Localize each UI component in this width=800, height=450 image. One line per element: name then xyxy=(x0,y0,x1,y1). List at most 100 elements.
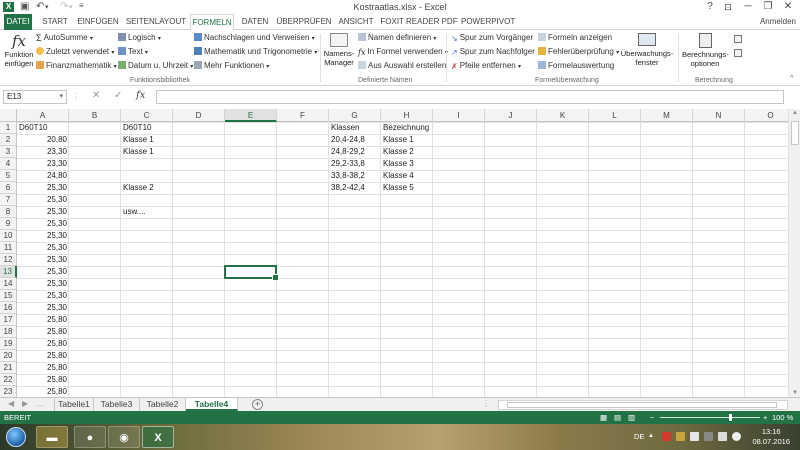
tab-splitter-handle[interactable]: ⋮ xyxy=(482,399,490,408)
next-sheet-icon[interactable]: ▶ xyxy=(22,399,28,408)
name-manager-button[interactable]: Namens- Manager xyxy=(322,33,356,67)
autosum-button[interactable]: Σ AutoSumme ▾ xyxy=(36,33,93,43)
row-header-15[interactable]: 15 xyxy=(0,290,17,302)
row-header-13[interactable]: 13 xyxy=(0,266,17,278)
tab-formeln[interactable]: FORMELN xyxy=(190,14,234,31)
zoom-slider[interactable] xyxy=(660,417,760,418)
monitor-tray-icon[interactable] xyxy=(704,432,713,441)
row-header-20[interactable]: 20 xyxy=(0,350,17,362)
scroll-down-icon[interactable]: ▼ xyxy=(789,390,800,396)
more-sheets-icon[interactable]: … xyxy=(36,399,44,408)
more-functions-button[interactable]: Mehr Funktionen ▾ xyxy=(194,61,269,70)
row-header-2[interactable]: 2 xyxy=(0,134,17,146)
cell-c1[interactable]: D60T10 xyxy=(121,122,173,134)
cell-c6[interactable]: Klasse 2 xyxy=(121,182,173,194)
row-header-6[interactable]: 6 xyxy=(0,182,17,194)
column-header-c[interactable]: C xyxy=(121,109,173,122)
select-all-button[interactable] xyxy=(0,109,17,122)
row-header-14[interactable]: 14 xyxy=(0,278,17,290)
cell-a8[interactable]: 25,30 xyxy=(17,206,69,218)
cell-a12[interactable]: 25,30 xyxy=(17,254,69,266)
cell-g3[interactable]: 24,8-29,2 xyxy=(329,146,381,158)
page-break-view-icon[interactable]: ▥ xyxy=(628,411,635,424)
sheet-tab-tabelle3[interactable]: Tabelle3 xyxy=(94,398,140,411)
row-header-23[interactable]: 23 xyxy=(0,386,17,397)
cell-g5[interactable]: 33,8-38,2 xyxy=(329,170,381,182)
cell-h2[interactable]: Klasse 1 xyxy=(381,134,433,146)
cell-a13[interactable]: 25,30 xyxy=(17,266,69,278)
recently-used-button[interactable]: Zuletzt verwendet ▾ xyxy=(36,47,114,56)
column-header-f[interactable]: F xyxy=(277,109,329,122)
cell-a18[interactable]: 25,80 xyxy=(17,326,69,338)
lookup-button[interactable]: Nachschlagen und Verweisen ▾ xyxy=(194,33,315,42)
enter-icon[interactable]: ✓ xyxy=(114,90,122,101)
column-header-i[interactable]: I xyxy=(433,109,485,122)
tab-powerpivot[interactable]: POWERPIVOT xyxy=(461,14,515,30)
add-sheet-icon[interactable]: + xyxy=(252,399,263,410)
row-header-5[interactable]: 5 xyxy=(0,170,17,182)
language-indicator[interactable]: DE xyxy=(634,432,644,441)
math-trig-button[interactable]: Mathematik und Trigonometrie ▾ xyxy=(194,47,317,56)
column-header-m[interactable]: M xyxy=(641,109,693,122)
cell-h3[interactable]: Klasse 2 xyxy=(381,146,433,158)
sheet-tab-tabelle2[interactable]: Tabelle2 xyxy=(140,398,186,411)
tab-seitenlayout[interactable]: SEITENLAYOUT xyxy=(125,14,187,30)
zoom-out-button[interactable]: − xyxy=(650,411,654,424)
search-app-taskbar-icon[interactable]: ◉ xyxy=(108,426,140,448)
pdf-tray-icon[interactable] xyxy=(662,432,671,441)
calculation-options-button[interactable]: Berechnungs- optionen xyxy=(682,33,729,68)
tab-foxit-reader-pdf[interactable]: FOXIT READER PDF xyxy=(380,14,458,30)
cell-h5[interactable]: Klasse 4 xyxy=(381,170,433,182)
cell-g4[interactable]: 29,2-33,8 xyxy=(329,158,381,170)
cell-a5[interactable]: 24,80 xyxy=(17,170,69,182)
flag-tray-icon[interactable] xyxy=(690,432,699,441)
column-header-k[interactable]: K xyxy=(537,109,589,122)
evaluate-formula-button[interactable]: Formelauswertung xyxy=(538,61,614,70)
row-header-3[interactable]: 3 xyxy=(0,146,17,158)
tab-datei[interactable]: DATEI xyxy=(4,14,32,30)
file-explorer-taskbar-icon[interactable]: ▬ xyxy=(36,426,68,448)
cell-a1[interactable]: D60T10 xyxy=(17,122,69,134)
row-header-19[interactable]: 19 xyxy=(0,338,17,350)
ribbon-display-options-button[interactable]: ⊡ xyxy=(718,0,738,14)
row-header-11[interactable]: 11 xyxy=(0,242,17,254)
column-header-e[interactable]: E xyxy=(225,109,277,122)
clock[interactable]: 13:16 08.07.2016 xyxy=(752,427,790,447)
cell-a2[interactable]: 20,80 xyxy=(17,134,69,146)
remove-arrows-button[interactable]: ✗ Pfeile entfernen ▾ xyxy=(451,61,521,71)
logical-button[interactable]: Logisch ▾ xyxy=(118,33,161,42)
calculate-sheet-button[interactable] xyxy=(734,49,744,58)
cell-c2[interactable]: Klasse 1 xyxy=(121,134,173,146)
column-header-d[interactable]: D xyxy=(173,109,225,122)
cell-a16[interactable]: 25,30 xyxy=(17,302,69,314)
error-checking-button[interactable]: Fehlerüberprüfung ▾ xyxy=(538,47,619,56)
close-button[interactable]: ✕ xyxy=(778,0,798,14)
cell-a20[interactable]: 25,80 xyxy=(17,350,69,362)
sheet-tab-tabelle4[interactable]: Tabelle4 xyxy=(186,398,238,411)
normal-view-icon[interactable]: ▦ xyxy=(600,411,607,424)
row-header-16[interactable]: 16 xyxy=(0,302,17,314)
calculate-now-button[interactable] xyxy=(734,35,744,44)
horizontal-scrollbar[interactable] xyxy=(498,400,788,410)
column-header-g[interactable]: G xyxy=(329,109,381,122)
row-header-12[interactable]: 12 xyxy=(0,254,17,266)
define-name-button[interactable]: Namen definieren ▾ xyxy=(358,33,436,42)
zoom-in-button[interactable]: + xyxy=(763,411,767,424)
tab-ueberpruefen[interactable]: ÜBERPRÜFEN xyxy=(276,14,332,30)
zoom-level[interactable]: 100 % xyxy=(772,411,793,424)
sign-in-link[interactable]: Anmelden xyxy=(760,14,796,30)
row-header-1[interactable]: 1 xyxy=(0,122,17,134)
column-header-j[interactable]: J xyxy=(485,109,537,122)
worksheet-grid[interactable]: A B C D E F G H I J K L M N O 1 2 3 4 5 6 7 8 9 10 11 12 13 14 15 16 17… xyxy=(0,109,800,397)
horizontal-scroll-thumb[interactable] xyxy=(507,402,777,408)
column-header-n[interactable]: N xyxy=(693,109,745,122)
row-header-4[interactable]: 4 xyxy=(0,158,17,170)
formula-bar-resize-handle[interactable]: ⋮ xyxy=(72,92,80,101)
excel-taskbar-icon[interactable]: X xyxy=(142,426,174,448)
text-button[interactable]: Text ▾ xyxy=(118,47,148,56)
zoom-slider-knob[interactable] xyxy=(729,414,732,421)
column-header-b[interactable]: B xyxy=(69,109,121,122)
row-header-22[interactable]: 22 xyxy=(0,374,17,386)
row-header-10[interactable]: 10 xyxy=(0,230,17,242)
show-hidden-icons-icon[interactable]: ▲ xyxy=(648,433,654,439)
